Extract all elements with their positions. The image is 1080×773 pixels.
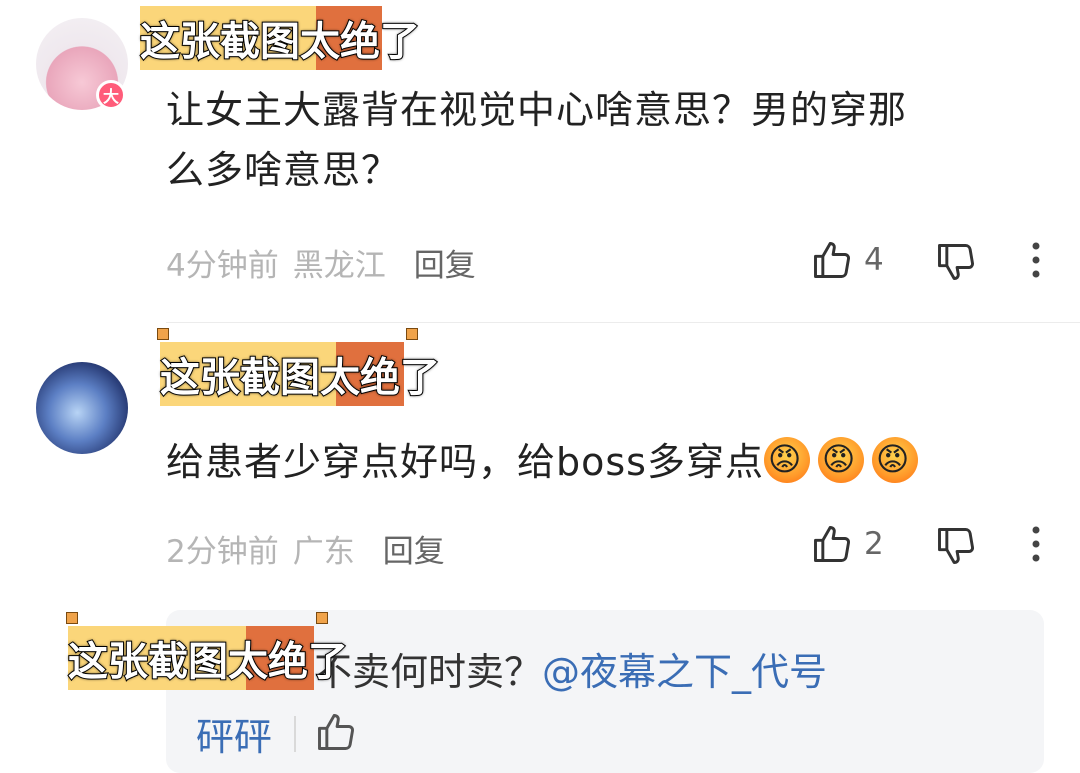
more-icon[interactable]	[1030, 524, 1042, 564]
timestamp: 4分钟前	[166, 248, 279, 284]
comment-meta: 4分钟前 黑龙江 回复	[166, 240, 476, 285]
angry-emoji-icon	[871, 437, 918, 483]
comment-text: 给患者少穿点好吗，给boss多穿点	[166, 432, 926, 492]
sticker-text: 这张截图太绝了	[139, 18, 421, 66]
thumbs-down-icon[interactable]	[934, 240, 978, 284]
more-icon[interactable]	[1030, 240, 1042, 280]
sticker-overlay[interactable]: 这张截图太绝了	[67, 626, 349, 690]
sticker-handle[interactable]	[406, 328, 418, 340]
sticker-overlay[interactable]: 这张截图太绝了	[139, 6, 421, 70]
thumbs-down-icon[interactable]	[934, 524, 978, 568]
thumbs-up-icon[interactable]	[314, 710, 358, 758]
sticker-handle[interactable]	[316, 612, 328, 624]
thumbs-up-icon[interactable]	[810, 238, 854, 282]
comment-actions: 2	[810, 522, 884, 566]
reply-button[interactable]: 回复	[414, 240, 476, 285]
location: 广东	[292, 534, 355, 570]
separator	[294, 716, 296, 752]
like-count: 2	[864, 526, 884, 562]
location: 黑龙江	[292, 248, 386, 284]
angry-emoji-icon	[763, 437, 810, 483]
like-count: 4	[864, 242, 884, 278]
divider	[166, 322, 1080, 323]
comment-meta: 2分钟前 广东 回复	[166, 526, 445, 571]
sticker-overlay[interactable]: 这张截图太绝了	[159, 342, 441, 406]
sub-reply-user[interactable]: 砰砰	[196, 706, 272, 761]
thumbs-up-icon[interactable]	[810, 522, 854, 566]
mention-link[interactable]: @夜幕之下_代号	[542, 650, 827, 694]
sticker-handle[interactable]	[66, 612, 78, 624]
comment-actions: 4	[810, 238, 884, 282]
angry-emoji-icon	[817, 437, 864, 483]
comment-text: 让女主大露背在视觉中心啥意思？男的穿那 么多啥意思？	[166, 88, 908, 192]
reply-button[interactable]: 回复	[383, 526, 445, 571]
avatar[interactable]	[36, 362, 128, 454]
timestamp: 2分钟前	[166, 534, 279, 570]
sticker-text: 这张截图太绝了	[67, 638, 349, 686]
sticker-text: 这张截图太绝了	[159, 354, 441, 402]
level-badge: 大	[96, 80, 126, 110]
sticker-handle[interactable]	[157, 328, 169, 340]
